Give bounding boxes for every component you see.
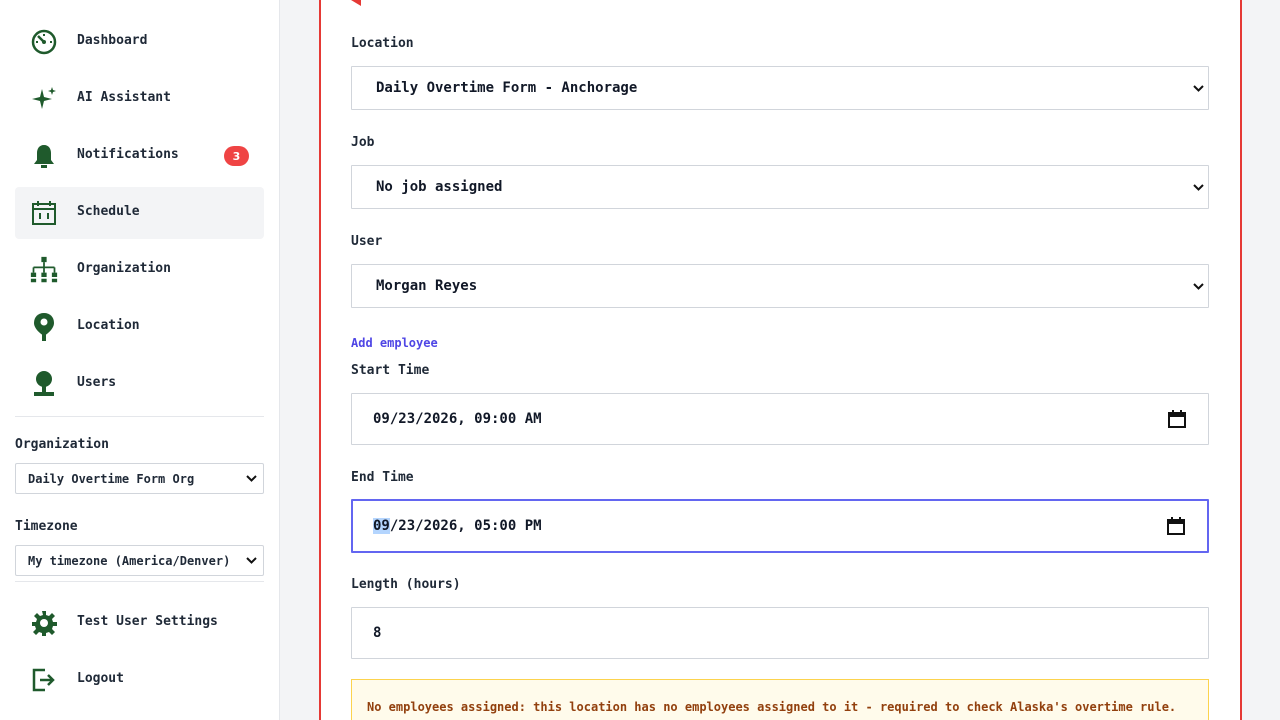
nav-item-ai-assistant[interactable]: AI Assistant xyxy=(15,73,264,125)
timezone-label: Timezone xyxy=(15,519,78,534)
panel-corner-marker xyxy=(351,0,361,6)
length-input[interactable]: 8 xyxy=(351,607,1209,659)
logout-icon xyxy=(30,666,58,694)
nav-label: Notifications xyxy=(77,147,179,162)
start-time-label: Start Time xyxy=(351,363,430,378)
chevron-down-icon xyxy=(1192,82,1204,94)
nav-label: Test User Settings xyxy=(77,614,218,629)
warning-alert: No employees assigned: this location has… xyxy=(351,679,1209,720)
chevron-down-icon xyxy=(1192,280,1204,292)
dashboard-icon xyxy=(30,28,58,56)
user-select-value: Morgan Reyes xyxy=(376,278,478,294)
nav-label: Schedule xyxy=(77,204,140,219)
nav-label: Dashboard xyxy=(77,33,148,48)
end-time-month-segment[interactable]: 09 xyxy=(373,518,390,534)
warning-text: No employees assigned: this location has… xyxy=(367,700,1177,714)
nav-item-organization[interactable]: Organization xyxy=(15,244,264,296)
end-time-rest: /23/2026, 05:00 PM xyxy=(389,518,542,534)
start-time-input[interactable]: 09/23/2026, 09:00 AM xyxy=(351,393,1209,445)
job-select[interactable]: No job assigned xyxy=(351,165,1209,209)
calendar-icon[interactable] xyxy=(1167,517,1185,535)
organization-select-value: Daily Overtime Form Org xyxy=(28,471,195,486)
sidebar: Dashboard AI Assistant Notifications 3 S… xyxy=(0,0,280,720)
nav-item-users[interactable]: Users xyxy=(15,358,264,410)
nav-label: Organization xyxy=(77,261,171,276)
job-label: Job xyxy=(351,135,375,150)
timezone-select-value: My timezone (America/Denver) xyxy=(28,553,231,568)
nav-label: Users xyxy=(77,375,117,390)
user-label: User xyxy=(351,234,383,249)
chevron-down-icon xyxy=(1192,181,1204,193)
gear-icon xyxy=(30,609,58,637)
chevron-down-icon xyxy=(245,473,257,485)
map-pin-icon xyxy=(30,313,58,341)
chevron-down-icon xyxy=(245,555,257,567)
nav-item-dashboard[interactable]: Dashboard xyxy=(15,16,264,68)
organization-select[interactable]: Daily Overtime Form Org xyxy=(15,463,264,494)
sidebar-divider xyxy=(15,581,264,582)
nav-label: Logout xyxy=(77,671,124,686)
bell-icon xyxy=(30,142,58,170)
nav-label: AI Assistant xyxy=(77,90,171,105)
location-select-value: Daily Overtime Form - Anchorage xyxy=(376,80,638,96)
nav-item-logout[interactable]: Logout xyxy=(15,654,264,706)
end-time-label: End Time xyxy=(351,470,414,485)
notification-count-badge: 3 xyxy=(224,146,249,166)
end-time-input[interactable]: 09/23/2026, 05:00 PM xyxy=(351,499,1209,553)
nav-item-location[interactable]: Location xyxy=(15,301,264,353)
start-time-value: 09/23/2026, 09:00 AM xyxy=(373,411,542,427)
org-chart-icon xyxy=(30,256,58,284)
length-label: Length (hours) xyxy=(351,577,461,592)
calendar-icon xyxy=(30,199,58,227)
location-select[interactable]: Daily Overtime Form - Anchorage xyxy=(351,66,1209,110)
sparkle-icon xyxy=(30,85,58,113)
nav-item-schedule[interactable]: Schedule xyxy=(15,187,264,239)
user-icon xyxy=(30,370,58,398)
sidebar-divider xyxy=(15,416,264,417)
add-employee-link[interactable]: Add employee xyxy=(351,336,438,350)
user-select[interactable]: Morgan Reyes xyxy=(351,264,1209,308)
length-value: 8 xyxy=(373,625,382,641)
calendar-icon[interactable] xyxy=(1168,410,1186,428)
job-select-value: No job assigned xyxy=(376,179,503,195)
nav-item-notifications[interactable]: Notifications 3 xyxy=(15,130,264,182)
timezone-select[interactable]: My timezone (America/Denver) xyxy=(15,545,264,576)
location-label: Location xyxy=(351,36,414,51)
nav-item-test-user-settings[interactable]: Test User Settings xyxy=(15,597,264,649)
organization-label: Organization xyxy=(15,437,109,452)
nav-label: Location xyxy=(77,318,140,333)
